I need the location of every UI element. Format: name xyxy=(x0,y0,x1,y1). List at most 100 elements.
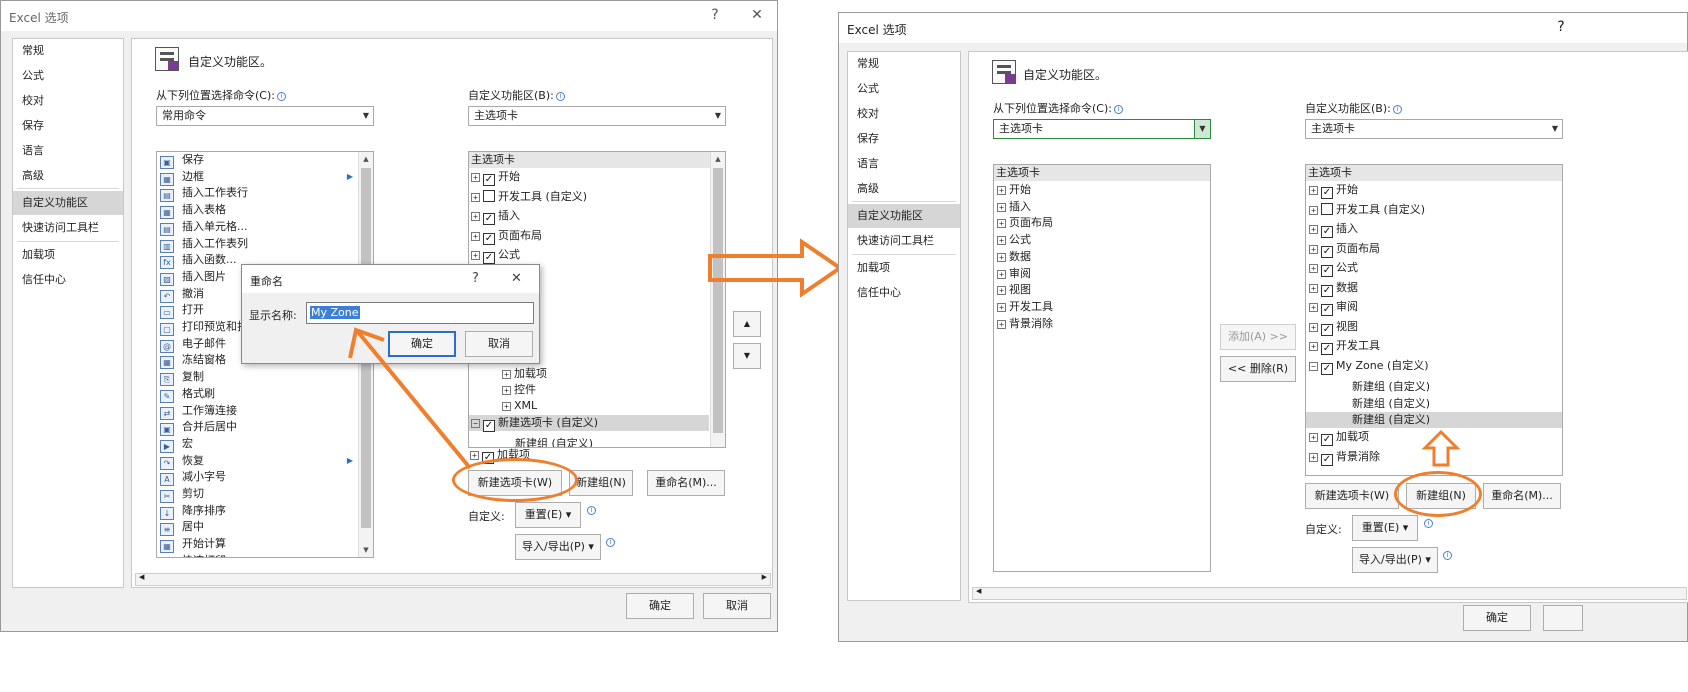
nav-item-proofing[interactable]: 校对 xyxy=(848,102,960,126)
expand-icon[interactable]: + xyxy=(997,319,1006,329)
tree-tab[interactable]: + ✓ 加载项 xyxy=(1309,429,1369,447)
expand-icon[interactable]: + xyxy=(1309,244,1318,254)
expand-icon[interactable]: + xyxy=(471,212,480,221)
reset-button[interactable]: 重置(E) ▾ xyxy=(1352,515,1418,541)
nav-item-addins[interactable]: 加载项 xyxy=(13,243,123,267)
move-down-button[interactable]: ▼ xyxy=(733,343,761,369)
tree-tab[interactable]: + ✓ 视图 xyxy=(1309,319,1358,336)
tree-tab[interactable]: + ✓ 公式 xyxy=(1309,260,1358,277)
source-tab[interactable]: + 开始 xyxy=(997,182,1031,198)
checkbox[interactable]: ✓ xyxy=(1321,343,1333,355)
source-tab[interactable]: + 审阅 xyxy=(997,266,1031,282)
command-item[interactable]: ⇄ 工作簿连接 xyxy=(158,403,357,420)
expand-icon[interactable]: + xyxy=(1309,322,1318,332)
command-item[interactable]: ▤ 插入工作表行 xyxy=(158,185,357,203)
command-item[interactable]: ↷ 恢复 ▶ xyxy=(158,453,357,470)
nav-item-formulas[interactable]: 公式 xyxy=(848,77,960,101)
expand-icon[interactable]: − xyxy=(1309,361,1318,371)
new-tab-button[interactable]: 新建选项卡(W) xyxy=(1305,483,1399,509)
remove-button[interactable]: << 删除(R) xyxy=(1220,356,1296,382)
tree-tab[interactable]: + ✓ 开始 xyxy=(471,169,520,186)
checkbox[interactable] xyxy=(483,189,495,202)
nav-item-customize-ribbon[interactable]: 自定义功能区 xyxy=(848,204,960,228)
tree-new-group[interactable]: 新建组 (自定义) xyxy=(1352,396,1430,412)
nav-item-quick-access-toolbar[interactable]: 快速访问工具栏 xyxy=(848,229,960,253)
nav-item-addins[interactable]: 加载项 xyxy=(848,256,960,280)
help-icon[interactable]: ? xyxy=(1551,19,1571,35)
tree-subgroup[interactable]: + 控件 xyxy=(502,382,536,398)
checkbox[interactable]: ✓ xyxy=(483,252,495,264)
expand-icon[interactable]: + xyxy=(997,186,1006,195)
rename-button[interactable]: 重命名(M)... xyxy=(647,470,725,496)
customize-ribbon-combo[interactable]: 主选项卡 ▼ xyxy=(1305,119,1563,139)
checkbox[interactable]: ✓ xyxy=(483,213,495,225)
horizontal-scrollbar[interactable]: ◀ xyxy=(972,587,1687,600)
command-item[interactable]: ▣ 合并后居中 xyxy=(158,419,357,437)
ok-button[interactable]: 确定 xyxy=(626,593,694,619)
expand-icon[interactable]: + xyxy=(1309,225,1318,234)
close-icon[interactable]: ✕ xyxy=(511,271,522,286)
expand-icon[interactable]: + xyxy=(1309,342,1318,351)
tree-tab[interactable]: + ✓ 开发工具 xyxy=(1309,338,1380,355)
nav-item-language[interactable]: 语言 xyxy=(848,152,960,176)
source-tabs-list[interactable]: 主选项卡 + 开始 + 插入 + 页面布局 + 公式 + 数据 + 审阅 + 视图 + 开发工具 + 背景消除 xyxy=(993,164,1211,572)
cancel-button[interactable]: 取消 xyxy=(703,593,771,619)
reset-button[interactable]: 重置(E) ▾ xyxy=(515,502,581,528)
checkbox[interactable]: ✓ xyxy=(1321,304,1333,316)
nav-item-save[interactable]: 保存 xyxy=(13,114,123,138)
tree-new-group[interactable]: 新建组 (自定义) xyxy=(1352,379,1430,395)
vertical-scrollbar[interactable]: ▲ xyxy=(710,152,725,447)
help-icon[interactable]: ? xyxy=(472,271,479,286)
nav-item-quick-access-toolbar[interactable]: 快速访问工具栏 xyxy=(13,216,123,240)
expand-icon[interactable]: + xyxy=(471,173,480,182)
checkbox[interactable]: ✓ xyxy=(1321,226,1333,238)
source-tab[interactable]: + 公式 xyxy=(997,232,1031,248)
nav-item-customize-ribbon[interactable]: 自定义功能区 xyxy=(13,191,123,215)
expand-icon[interactable]: + xyxy=(471,231,480,241)
import-export-button[interactable]: 导入/导出(P) ▾ xyxy=(1352,547,1438,573)
tree-tab[interactable]: + ✓ 开始 xyxy=(1309,182,1358,199)
tree-tab[interactable]: + ✓ 数据 xyxy=(1309,280,1358,297)
expand-icon[interactable]: + xyxy=(1309,303,1318,312)
close-icon[interactable]: ✕ xyxy=(747,7,767,23)
expand-icon[interactable]: + xyxy=(471,192,480,202)
command-item[interactable]: ↓ 降序排序 xyxy=(158,503,357,520)
source-tab[interactable]: + 背景消除 xyxy=(997,316,1053,332)
tree-new-tab[interactable]: − ✓ 新建选项卡 (自定义) xyxy=(469,415,709,432)
expand-icon[interactable]: + xyxy=(997,219,1006,229)
nav-item-proofing[interactable]: 校对 xyxy=(13,89,123,113)
command-item[interactable]: ▣ 保存 xyxy=(158,152,357,169)
tree-tab[interactable]: − ✓ My Zone (自定义) xyxy=(1309,358,1429,375)
ok-button[interactable]: 确定 xyxy=(1463,605,1531,631)
expand-icon[interactable]: + xyxy=(1309,283,1318,293)
source-tab[interactable]: + 页面布局 xyxy=(997,215,1053,231)
expand-icon[interactable]: + xyxy=(1309,186,1318,195)
command-item[interactable]: ▤ 快速打印 xyxy=(158,553,357,557)
tree-subgroup[interactable]: + 加载项 xyxy=(502,366,547,382)
rename-button[interactable]: 重命名(M)... xyxy=(1483,483,1561,509)
expand-icon[interactable]: + xyxy=(997,286,1006,296)
checkbox[interactable] xyxy=(1321,202,1333,215)
checkbox[interactable]: ✓ xyxy=(483,174,495,186)
checkbox[interactable]: ✓ xyxy=(1321,323,1333,336)
command-item[interactable]: ✎ 格式刷 xyxy=(158,386,357,403)
command-item[interactable]: ≡ 居中 xyxy=(158,519,357,537)
tree-tab[interactable]: + 开发工具 (自定义) xyxy=(1309,202,1425,218)
source-tab[interactable]: + 开发工具 xyxy=(997,299,1053,315)
checkbox[interactable]: ✓ xyxy=(1321,434,1333,447)
nav-item-trust-center[interactable]: 信任中心 xyxy=(848,281,960,305)
tree-new-group[interactable]: 新建组 (自定义) xyxy=(1306,412,1562,429)
nav-item-save[interactable]: 保存 xyxy=(848,127,960,151)
source-tab[interactable]: + 数据 xyxy=(997,249,1031,265)
command-item[interactable]: ✂ 剪切 xyxy=(158,486,357,503)
tree-tab[interactable]: + ✓ 公式 xyxy=(471,247,520,264)
command-item[interactable]: ⎘ 复制 xyxy=(158,369,357,387)
command-item[interactable]: ▶ 宏 xyxy=(158,436,357,453)
source-tab[interactable]: + 视图 xyxy=(997,282,1031,298)
expand-icon[interactable]: + xyxy=(997,202,1006,212)
expand-icon[interactable]: + xyxy=(997,236,1006,246)
checkbox[interactable]: ✓ xyxy=(1321,245,1333,258)
tree-tab[interactable]: + ✓ 插入 xyxy=(471,208,520,225)
new-group-button[interactable]: 新建组(N) xyxy=(569,470,633,496)
command-item[interactable]: ▥ 插入工作表列 xyxy=(158,236,357,253)
